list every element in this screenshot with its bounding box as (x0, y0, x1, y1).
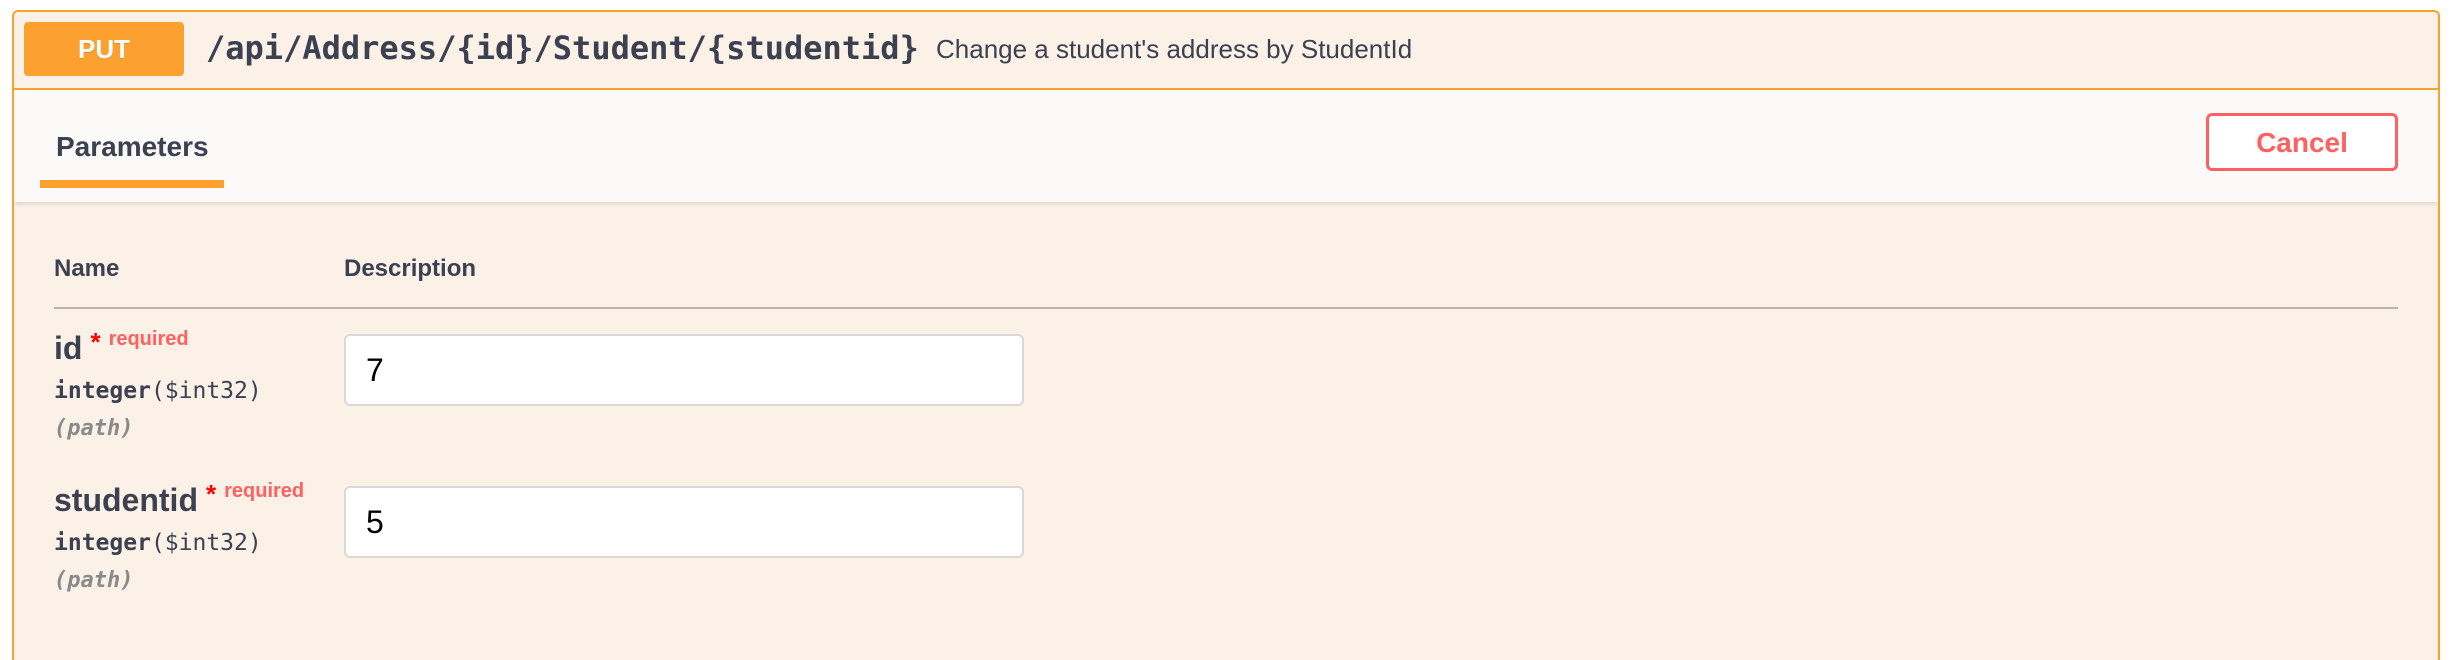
parameter-type-format: ($int32) (150, 530, 262, 556)
parameter-type: integer($int32) (54, 376, 262, 406)
required-label: required (108, 328, 189, 350)
operation-description: Change a student's address by StudentId (936, 34, 1413, 64)
operation-summary[interactable]: PUT /api/Address/{id}/Student/{studentid… (14, 12, 2438, 90)
cancel-button[interactable]: Cancel (2206, 113, 2398, 171)
parameter-type-format: ($int32) (150, 378, 262, 404)
required-star: * (90, 327, 101, 357)
parameter-row-studentid: studentid * required integer($int32) (path… (14, 479, 2438, 630)
parameter-row-id: id * required integer($int32) (path) (14, 327, 2438, 478)
tab-parameters[interactable]: Parameters (40, 130, 224, 188)
method-badge: PUT (24, 22, 184, 76)
parameter-name: id * required (54, 327, 189, 373)
required-star: * (205, 479, 217, 509)
parameters-table: Name Description id * required integer($in… (14, 202, 2438, 660)
parameters-section-header: Parameters Cancel (14, 90, 2438, 202)
parameter-location: (path) (54, 568, 134, 593)
tab-parameters-label: Parameters (56, 131, 209, 162)
operation-path: /api/Address/{id}/Student/{studentid} (206, 29, 919, 67)
required-label: required (224, 480, 305, 502)
column-header-name: Name (54, 255, 120, 282)
studentid-input[interactable] (344, 486, 1024, 558)
id-input[interactable] (344, 334, 1024, 406)
parameter-type: integer($int32) (54, 528, 262, 558)
parameter-type-name: integer (54, 378, 151, 404)
parameter-type-name: integer (54, 530, 151, 556)
column-header-description: Description (344, 255, 477, 282)
parameter-name-text: studentid (54, 482, 198, 518)
header-divider (54, 307, 2398, 309)
operation-block-put: PUT /api/Address/{id}/Student/{studentid… (12, 10, 2440, 660)
parameter-name-text: id (54, 330, 83, 366)
parameter-location: (path) (54, 416, 134, 441)
parameter-name: studentid * required (54, 479, 305, 525)
